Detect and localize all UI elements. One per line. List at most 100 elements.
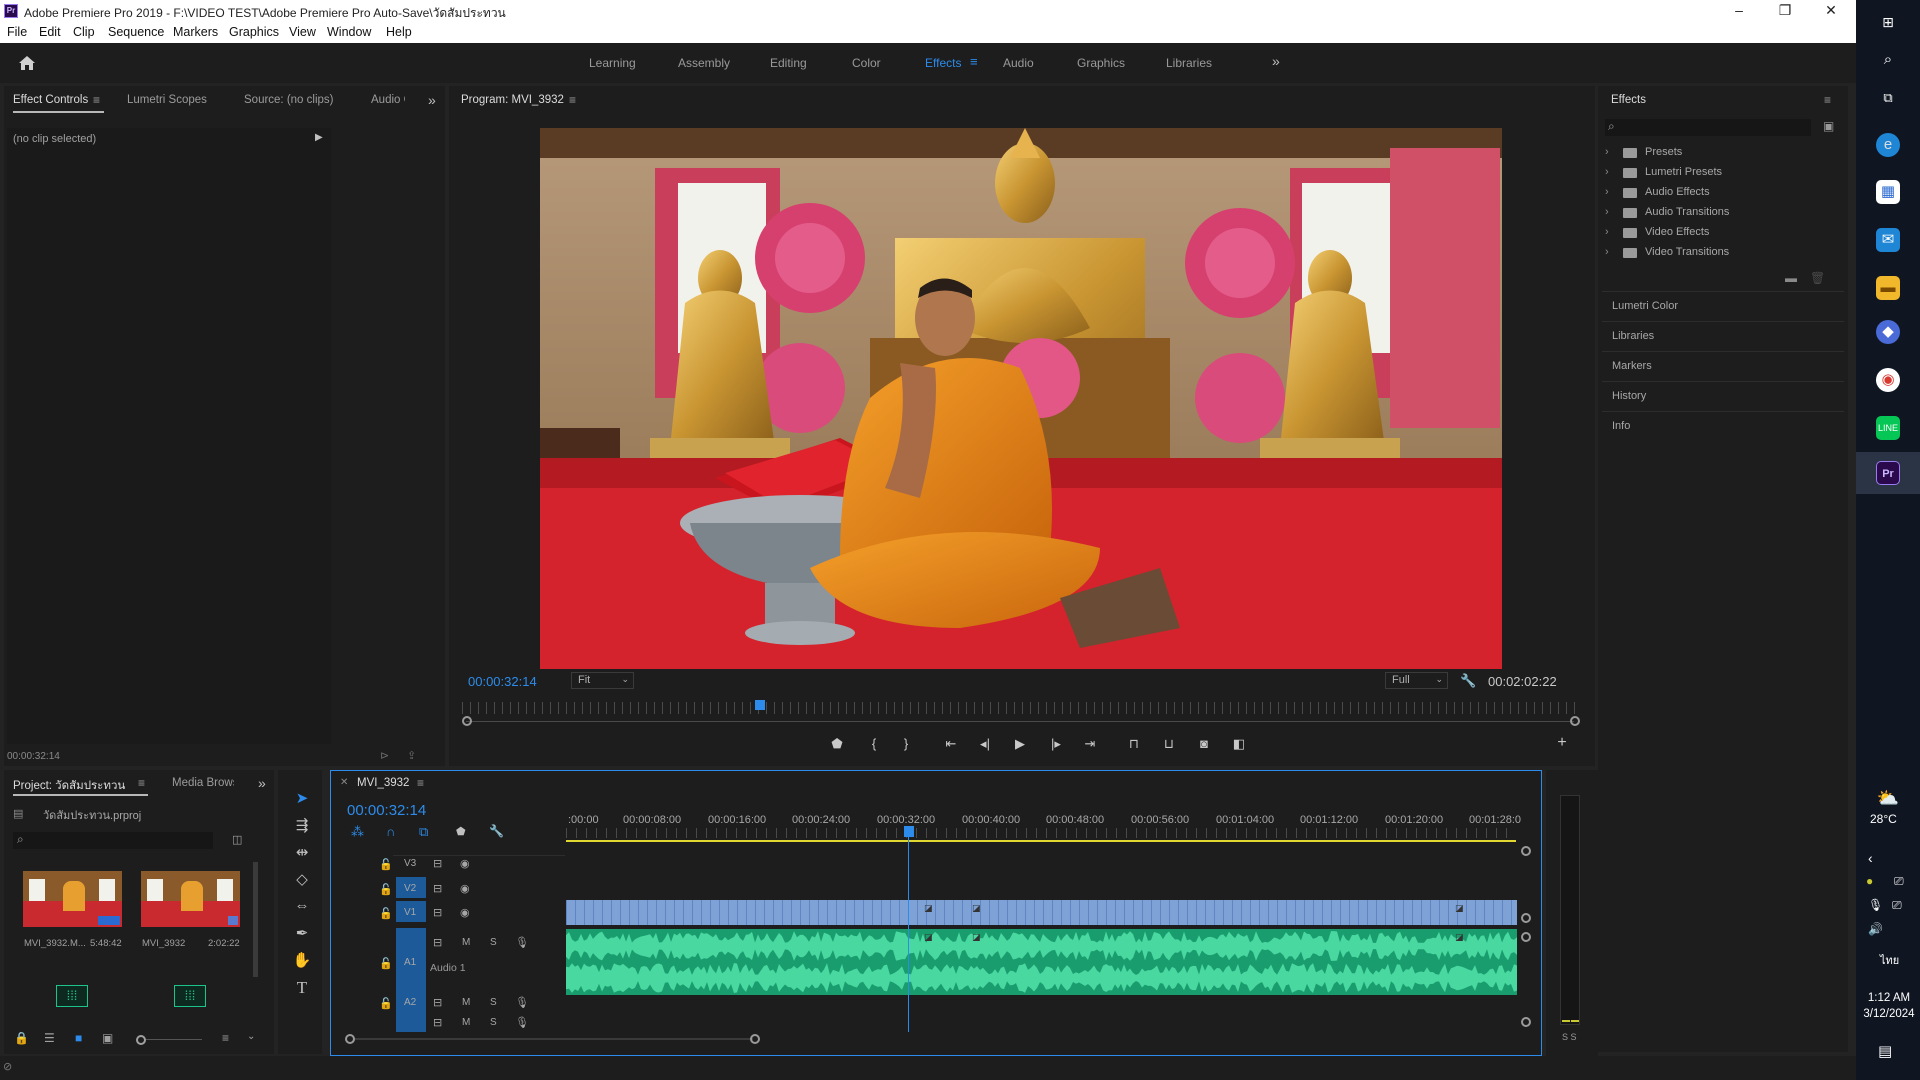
microsoft-store-icon[interactable]: ▦ bbox=[1876, 180, 1900, 204]
timeline-settings-icon[interactable]: 🔧 bbox=[489, 824, 504, 838]
sync-lock-icon[interactable]: ⊟ bbox=[433, 996, 442, 1009]
mail-icon[interactable]: ✉ bbox=[1876, 228, 1900, 252]
mute-button[interactable]: M bbox=[462, 997, 470, 1008]
lock-icon[interactable]: 🔓 bbox=[379, 907, 393, 920]
menu-sequence[interactable]: Sequence bbox=[108, 25, 164, 39]
solo-button[interactable]: S bbox=[490, 937, 497, 948]
menu-file[interactable]: File bbox=[7, 25, 27, 39]
microphone-icon[interactable]: 🎙 bbox=[515, 1016, 529, 1029]
track-label-a1[interactable]: A1 bbox=[404, 957, 416, 968]
icon-view-icon[interactable]: ■ bbox=[75, 1031, 82, 1045]
menu-markers[interactable]: Markers bbox=[173, 25, 218, 39]
eye-icon[interactable]: ◉ bbox=[460, 857, 470, 870]
menu-edit[interactable]: Edit bbox=[39, 25, 61, 39]
new-bin-icon[interactable]: ▣ bbox=[1823, 119, 1834, 133]
comparison-view-icon[interactable]: ◧ bbox=[1229, 736, 1249, 752]
timeline-timecode[interactable]: 00:00:32:14 bbox=[347, 802, 426, 819]
minimize-button[interactable]: – bbox=[1716, 2, 1762, 20]
more-tabs-icon[interactable]: » bbox=[258, 775, 266, 791]
step-back-icon[interactable]: ◂| bbox=[975, 736, 995, 752]
input-language[interactable]: ไทย bbox=[1880, 951, 1899, 969]
close-button[interactable]: ✕ bbox=[1808, 2, 1854, 20]
lock-icon[interactable]: 🔓 bbox=[379, 858, 393, 871]
close-sequence-icon[interactable]: ✕ bbox=[340, 777, 348, 788]
vertical-zoom-handle[interactable] bbox=[1521, 932, 1531, 942]
razor-tool-icon[interactable]: ◇ bbox=[291, 870, 313, 890]
horizontal-zoom-handle-right[interactable] bbox=[750, 1034, 760, 1044]
list-view-icon[interactable]: ☰ bbox=[44, 1031, 55, 1045]
quality-select[interactable]: Full ⌄ bbox=[1385, 672, 1448, 689]
program-menu-icon[interactable]: ≡ bbox=[569, 93, 576, 107]
add-marker-icon[interactable]: ⬟ bbox=[827, 736, 847, 752]
linked-selection-icon[interactable]: ⧉ bbox=[419, 824, 428, 840]
lift-icon[interactable]: ⊓ bbox=[1124, 736, 1144, 752]
type-tool-icon[interactable]: T bbox=[291, 978, 313, 998]
tab-media-browser[interactable]: Media Brows bbox=[172, 777, 234, 789]
effects-search-input[interactable]: ⌕ bbox=[1605, 119, 1811, 136]
microphone-icon[interactable]: 🎙 bbox=[515, 996, 529, 1009]
add-marker-icon[interactable]: ⬟ bbox=[456, 825, 466, 838]
sync-lock-icon[interactable]: ⊟ bbox=[433, 882, 442, 895]
workspace-editing[interactable]: Editing bbox=[770, 56, 807, 70]
horizontal-zoom-handle-left[interactable] bbox=[345, 1034, 355, 1044]
menu-graphics[interactable]: Graphics bbox=[229, 25, 279, 39]
workspace-libraries[interactable]: Libraries bbox=[1166, 56, 1212, 70]
lock-icon[interactable]: 🔓 bbox=[379, 997, 393, 1010]
freeform-view-icon[interactable]: ▣ bbox=[102, 1031, 113, 1045]
workspace-effects[interactable]: Effects bbox=[925, 56, 961, 70]
track-select-tool-icon[interactable]: ⇶ bbox=[291, 816, 313, 836]
workspace-learning[interactable]: Learning bbox=[589, 56, 636, 70]
tab-effect-controls[interactable]: Effect Controls bbox=[13, 94, 88, 106]
menu-window[interactable]: Window bbox=[327, 25, 371, 39]
program-monitor-tab[interactable]: Program: MVI_3932 bbox=[461, 94, 564, 106]
zoom-slider-handle[interactable] bbox=[136, 1035, 146, 1045]
tray-app-icon[interactable]: ● bbox=[1866, 874, 1873, 888]
tray-device-icon[interactable]: ⎚ bbox=[1894, 874, 1904, 889]
notification-icon[interactable]: ▤ bbox=[1878, 1042, 1892, 1060]
zoom-handle-left[interactable] bbox=[462, 716, 472, 726]
program-current-timecode[interactable]: 00:00:32:14 bbox=[468, 674, 537, 689]
tab-audio-clip-mixer[interactable]: Audio C bbox=[371, 94, 405, 106]
project-search-input[interactable]: ⌕ bbox=[13, 832, 213, 849]
project-thumbnail-1[interactable] bbox=[23, 871, 122, 927]
solo-button[interactable]: S bbox=[490, 997, 497, 1008]
new-custom-bin-icon[interactable]: ▬ bbox=[1785, 271, 1797, 285]
timeline-sequence-tab[interactable]: MVI_3932 bbox=[357, 777, 409, 789]
play-button-icon[interactable]: ▶ bbox=[1010, 736, 1030, 752]
chevron-down-icon[interactable]: ⌄ bbox=[247, 1031, 255, 1042]
new-search-bin-icon[interactable]: ◫ bbox=[232, 833, 242, 846]
mark-in-icon[interactable]: { bbox=[864, 736, 884, 751]
video-clip-v1[interactable] bbox=[566, 900, 1517, 925]
go-to-in-icon[interactable]: ⇤ bbox=[941, 736, 961, 752]
play-triangle-icon[interactable]: ▶ bbox=[315, 132, 323, 143]
timeline-horizontal-scrollbar[interactable] bbox=[355, 1038, 753, 1040]
section-markers[interactable]: Markers bbox=[1602, 351, 1844, 380]
timeline-playhead-line[interactable] bbox=[908, 836, 909, 1032]
project-scrollbar[interactable] bbox=[253, 862, 258, 977]
vertical-zoom-handle[interactable] bbox=[1521, 1017, 1531, 1027]
mark-out-icon[interactable]: } bbox=[896, 736, 916, 751]
work-area-bar[interactable] bbox=[566, 840, 1516, 842]
file-explorer-icon[interactable]: ▬ bbox=[1876, 276, 1900, 300]
more-tabs-icon[interactable]: » bbox=[428, 92, 436, 108]
project-menu-icon[interactable]: ≡ bbox=[138, 776, 145, 790]
copilot-icon[interactable]: ◆ bbox=[1876, 320, 1900, 344]
snap-icon[interactable]: ∩ bbox=[386, 824, 395, 839]
mute-button[interactable]: M bbox=[462, 937, 470, 948]
menu-view[interactable]: View bbox=[289, 25, 316, 39]
program-time-ruler[interactable] bbox=[462, 702, 1582, 714]
task-view-icon[interactable]: ⧉ bbox=[1876, 86, 1900, 110]
camera-icon[interactable]: ◙ bbox=[1194, 736, 1214, 751]
trash-icon[interactable]: 🗑 bbox=[1810, 271, 1825, 285]
track-label-v1[interactable]: V1 bbox=[404, 907, 416, 918]
workspace-audio[interactable]: Audio bbox=[1003, 56, 1034, 70]
clock-time[interactable]: 1:12 AM bbox=[1864, 992, 1914, 1004]
sync-lock-icon[interactable]: ⊟ bbox=[433, 857, 442, 870]
audio-waveform-icon[interactable]: ⁞⁞⁞ bbox=[174, 985, 206, 1007]
lock-icon[interactable]: 🔒 bbox=[14, 1031, 29, 1045]
lock-icon[interactable]: 🔓 bbox=[379, 883, 393, 896]
selection-tool-icon[interactable]: ➤ bbox=[291, 789, 313, 809]
hand-tool-icon[interactable]: ✋ bbox=[291, 951, 313, 971]
workspace-graphics[interactable]: Graphics bbox=[1077, 56, 1125, 70]
fit-select[interactable]: Fit ⌄ bbox=[571, 672, 634, 689]
